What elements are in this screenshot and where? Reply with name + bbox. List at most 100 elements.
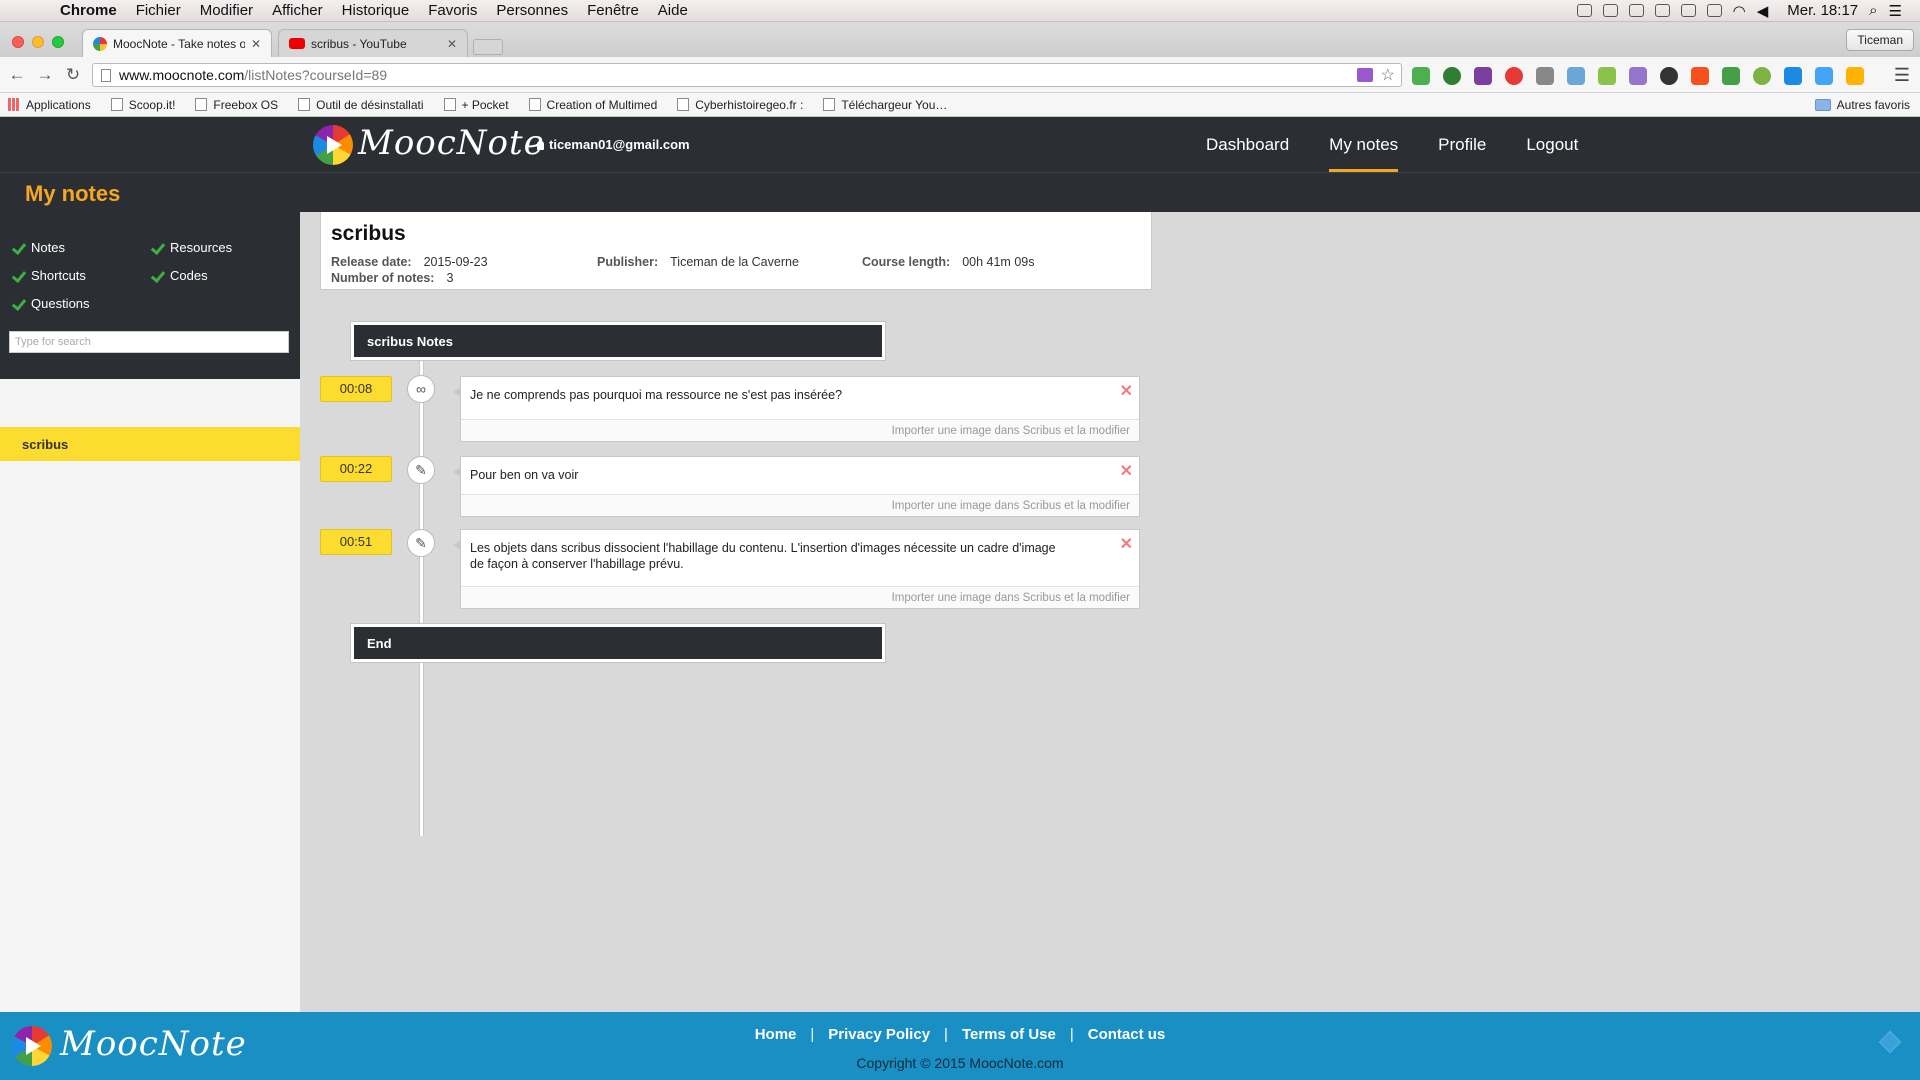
extension-icon[interactable] bbox=[1815, 67, 1833, 85]
nav-profile[interactable]: Profile bbox=[1418, 117, 1506, 172]
extension-icon[interactable] bbox=[1598, 67, 1616, 85]
bookmark-pocket[interactable]: + Pocket bbox=[443, 98, 509, 112]
chrome-menu-icon[interactable]: ☰ bbox=[1894, 65, 1910, 86]
menu-clock[interactable]: Mer. 18:17 bbox=[1787, 2, 1858, 19]
note-resource-link[interactable]: Importer une image dans Scribus et la mo… bbox=[461, 586, 1139, 608]
page-icon bbox=[110, 98, 123, 111]
page-icon bbox=[443, 98, 456, 111]
menu-fenetre[interactable]: Fenêtre bbox=[587, 2, 639, 19]
menu-afficher[interactable]: Afficher bbox=[272, 2, 323, 19]
course-info-card: scribus Release date: 2015-09-23 Number o… bbox=[320, 212, 1152, 290]
menu-historique[interactable]: Historique bbox=[342, 2, 410, 19]
volume-icon[interactable]: ◀ bbox=[1757, 2, 1769, 20]
nav-my-notes[interactable]: My notes bbox=[1309, 117, 1418, 172]
note-time-badge[interactable]: 00:08 bbox=[320, 376, 392, 402]
check-icon[interactable] bbox=[11, 241, 25, 255]
reload-icon[interactable]: ↻ bbox=[62, 65, 84, 85]
tab-youtube[interactable]: scribus - YouTube ✕ bbox=[278, 29, 468, 57]
tab-close-icon[interactable]: ✕ bbox=[447, 37, 457, 51]
window-close-button[interactable] bbox=[12, 36, 24, 48]
check-icon[interactable] bbox=[11, 269, 25, 283]
filter-questions[interactable]: Questions bbox=[11, 296, 90, 311]
note-pointer bbox=[453, 387, 461, 397]
bookmark-icon[interactable] bbox=[1691, 67, 1709, 85]
bookmark-freebox[interactable]: Freebox OS bbox=[195, 98, 278, 112]
tray-app-icon[interactable] bbox=[1628, 4, 1644, 17]
menu-favoris[interactable]: Favoris bbox=[428, 2, 477, 19]
camera-icon[interactable] bbox=[1567, 67, 1585, 85]
extension-icon[interactable] bbox=[1753, 67, 1771, 85]
delete-note-icon[interactable]: ✕ bbox=[1120, 461, 1133, 481]
menu-modifier[interactable]: Modifier bbox=[200, 2, 253, 19]
bookmark-label: Téléchargeur YouTub bbox=[841, 97, 954, 112]
profile-button[interactable]: Ticeman bbox=[1846, 29, 1914, 51]
check-icon[interactable] bbox=[150, 269, 164, 283]
tab-moocnote[interactable]: MoocNote - Take notes on ✕ bbox=[82, 29, 272, 57]
filter-notes[interactable]: Notes bbox=[11, 240, 65, 255]
notification-center-icon[interactable]: ☰ bbox=[1889, 2, 1902, 20]
omnibox-extension-icon[interactable] bbox=[1357, 68, 1373, 82]
nav-dashboard[interactable]: Dashboard bbox=[1186, 117, 1309, 172]
footer-link-home[interactable]: Home bbox=[755, 1026, 797, 1043]
extension-icon[interactable] bbox=[1846, 67, 1864, 85]
bookmark-applications[interactable]: Applications bbox=[8, 98, 91, 112]
footer-link-contact[interactable]: Contact us bbox=[1088, 1026, 1166, 1043]
onenote-icon[interactable] bbox=[1474, 67, 1492, 85]
filter-resources[interactable]: Resources bbox=[150, 240, 232, 255]
sidebar-course-item[interactable]: scribus bbox=[0, 427, 300, 461]
note-time-badge[interactable]: 00:51 bbox=[320, 529, 392, 555]
check-icon[interactable] bbox=[150, 241, 164, 255]
forward-arrow-icon[interactable]: → bbox=[34, 65, 56, 85]
tray-app-icon[interactable] bbox=[1576, 4, 1592, 17]
menu-fichier[interactable]: Fichier bbox=[136, 2, 181, 19]
footer-link-terms[interactable]: Terms of Use bbox=[962, 1026, 1056, 1043]
bookmark-cyberhistoire[interactable]: Cyberhistoiregeo.fr : bbox=[677, 98, 803, 112]
check-icon[interactable] bbox=[11, 297, 25, 311]
menu-app-name[interactable]: Chrome bbox=[60, 2, 117, 19]
filter-shortcuts[interactable]: Shortcuts bbox=[11, 268, 86, 283]
menu-personnes[interactable]: Personnes bbox=[496, 2, 568, 19]
window-zoom-button[interactable] bbox=[52, 36, 64, 48]
note-resource-link[interactable]: Importer une image dans Scribus et la mo… bbox=[461, 494, 1139, 516]
filter-codes[interactable]: Codes bbox=[150, 268, 208, 283]
tray-app-icon[interactable] bbox=[1602, 4, 1618, 17]
apple-icon[interactable] bbox=[20, 3, 42, 18]
delete-note-icon[interactable]: ✕ bbox=[1120, 534, 1133, 554]
tab-close-icon[interactable]: ✕ bbox=[251, 37, 261, 51]
user-email: ticeman01@gmail.com bbox=[537, 137, 690, 152]
bookmark-scoopit[interactable]: Scoop.it! bbox=[110, 98, 175, 112]
bookmark-star-icon[interactable]: ☆ bbox=[1381, 65, 1395, 85]
extension-icon[interactable] bbox=[1784, 67, 1802, 85]
new-tab-button[interactable] bbox=[473, 39, 503, 55]
meta-label: Course length: bbox=[862, 255, 951, 269]
spotlight-search-icon[interactable]: ⌕ bbox=[1869, 2, 1877, 19]
nav-logout[interactable]: Logout bbox=[1506, 117, 1598, 172]
bookmark-creation[interactable]: Creation of Multimed bbox=[528, 97, 658, 112]
site-logo-text[interactable]: MoocNote bbox=[358, 123, 545, 163]
address-bar[interactable]: www.moocnote.com/listNotes?courseId=89 ☆ bbox=[92, 63, 1402, 87]
menu-aide[interactable]: Aide bbox=[658, 2, 688, 19]
bookmark-telechargeur[interactable]: Téléchargeur YouTub bbox=[823, 98, 953, 112]
tray-app-icon[interactable] bbox=[1654, 4, 1670, 17]
tray-app-icon[interactable] bbox=[1680, 4, 1696, 17]
note-time-badge[interactable]: 00:22 bbox=[320, 456, 392, 482]
window-minimize-button[interactable] bbox=[32, 36, 44, 48]
extension-icon[interactable] bbox=[1505, 67, 1523, 85]
wifi-icon[interactable]: ◠ bbox=[1733, 2, 1746, 20]
tray-app-icon[interactable] bbox=[1706, 4, 1722, 17]
extension-icon[interactable] bbox=[1443, 67, 1461, 85]
bookmark-other[interactable]: Autres favoris bbox=[1814, 98, 1910, 112]
bookmark-outil[interactable]: Outil de désinstallati bbox=[298, 98, 424, 112]
moocnote-logo-icon[interactable] bbox=[313, 125, 353, 165]
bookmark-label: Creation of Multimed bbox=[546, 97, 658, 112]
delete-note-icon[interactable]: ✕ bbox=[1120, 381, 1133, 401]
extension-icon[interactable] bbox=[1722, 67, 1740, 85]
back-arrow-icon[interactable]: ← bbox=[6, 65, 28, 85]
extension-icon[interactable] bbox=[1660, 67, 1678, 85]
extension-icon[interactable] bbox=[1536, 67, 1554, 85]
extension-icon[interactable] bbox=[1412, 67, 1430, 85]
search-input[interactable] bbox=[9, 331, 289, 353]
note-resource-link[interactable]: Importer une image dans Scribus et la mo… bbox=[461, 419, 1139, 441]
footer-link-privacy[interactable]: Privacy Policy bbox=[828, 1026, 930, 1043]
pen-icon[interactable] bbox=[1629, 67, 1647, 85]
